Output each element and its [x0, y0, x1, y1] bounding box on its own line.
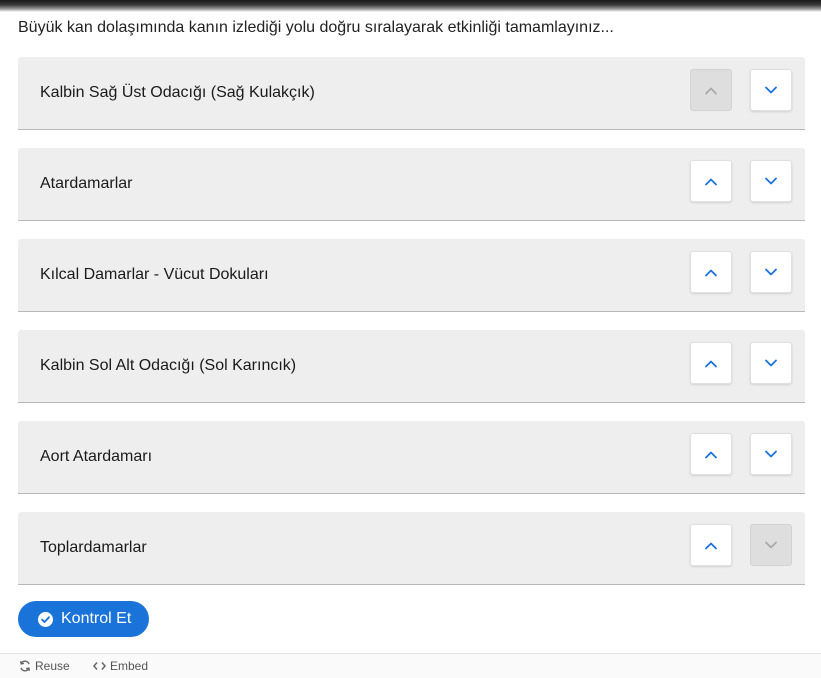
check-button[interactable]: Kontrol Et	[18, 601, 149, 637]
move-down-button[interactable]	[750, 433, 792, 475]
reuse-label: Reuse	[35, 659, 70, 673]
reuse-link[interactable]: Reuse	[19, 659, 70, 673]
move-down-button[interactable]	[750, 69, 792, 111]
list-item-label: Atardamarlar	[40, 175, 133, 192]
move-up-button[interactable]	[690, 251, 732, 293]
chevron-down-icon	[765, 541, 777, 548]
embed-link[interactable]: Embed	[93, 659, 148, 673]
move-down-button[interactable]	[750, 160, 792, 202]
embed-icon	[93, 662, 106, 670]
chevron-up-icon	[705, 269, 717, 276]
move-down-button[interactable]	[750, 342, 792, 384]
top-shadow-bar	[0, 0, 821, 12]
list-item-label: Kalbin Sağ Üst Odacığı (Sağ Kulakçık)	[40, 84, 315, 101]
check-button-label: Kontrol Et	[61, 610, 132, 627]
chevron-up-icon	[705, 542, 717, 549]
list-item[interactable]: Kılcal Damarlar - Vücut Dokuları	[18, 239, 805, 312]
sortable-list: Kalbin Sağ Üst Odacığı (Sağ Kulakçık) Ata…	[18, 57, 805, 603]
list-item[interactable]: Toplardamarlar	[18, 512, 805, 585]
embed-label: Embed	[110, 659, 149, 673]
instruction-text: Büyük kan dolaşımında kanın izlediği yol…	[18, 19, 614, 36]
list-item-label: Toplardamarlar	[40, 539, 147, 556]
move-up-button[interactable]	[690, 524, 732, 566]
check-circle-icon	[38, 611, 53, 627]
move-up-button[interactable]	[690, 342, 732, 384]
list-item-label: Kalbin Sol Alt Odacığı (Sol Karıncık)	[40, 357, 297, 374]
list-item[interactable]: Kalbin Sağ Üst Odacığı (Sağ Kulakçık)	[18, 57, 805, 130]
chevron-up-icon	[705, 360, 717, 367]
reuse-icon	[19, 660, 31, 672]
chevron-down-icon	[765, 177, 777, 184]
list-item[interactable]: Atardamarlar	[18, 148, 805, 221]
list-item-label: Kılcal Damarlar - Vücut Dokuları	[40, 266, 269, 283]
move-down-button[interactable]	[750, 251, 792, 293]
chevron-up-icon	[705, 87, 717, 94]
list-item-label: Aort Atardamarı	[40, 448, 153, 465]
chevron-up-icon	[705, 451, 717, 458]
chevron-down-icon	[765, 86, 777, 93]
list-item[interactable]: Kalbin Sol Alt Odacığı (Sol Karıncık)	[18, 330, 805, 403]
footer-bar: Reuse Embed	[0, 653, 821, 678]
list-item[interactable]: Aort Atardamarı	[18, 421, 805, 494]
chevron-down-icon	[765, 268, 777, 275]
chevron-up-icon	[705, 178, 717, 185]
move-up-button[interactable]	[690, 433, 732, 475]
move-down-button[interactable]	[750, 524, 792, 566]
chevron-down-icon	[765, 450, 777, 457]
chevron-down-icon	[765, 359, 777, 366]
move-up-button[interactable]	[690, 69, 732, 111]
move-up-button[interactable]	[690, 160, 732, 202]
